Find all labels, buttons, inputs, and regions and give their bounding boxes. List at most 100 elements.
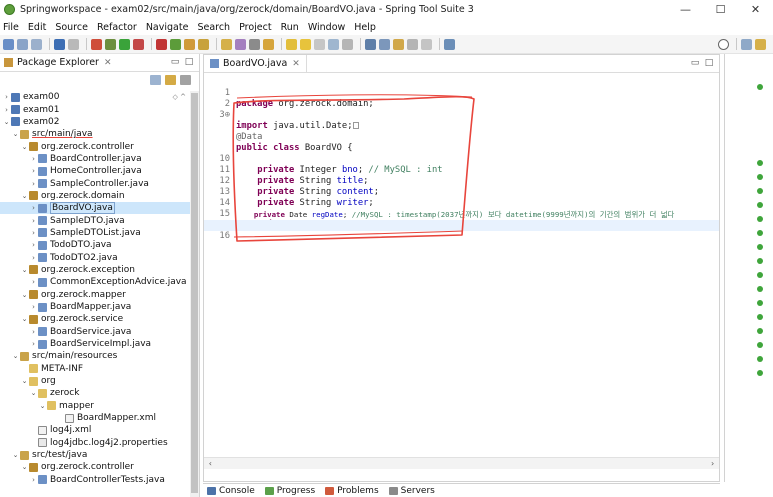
skip-icon[interactable] <box>68 38 79 50</box>
outline-field-icon[interactable] <box>757 84 763 90</box>
tree-item[interactable]: ⌄ org <box>0 375 190 387</box>
tab-progress[interactable]: Progress <box>264 486 315 496</box>
whitespace-icon[interactable] <box>314 38 325 50</box>
show-whitespace-icon[interactable] <box>342 38 353 50</box>
outline-field-icon[interactable] <box>757 160 763 166</box>
tree-item[interactable]: › BoardService.java <box>0 326 190 338</box>
expand-icon[interactable]: ⌄ <box>20 192 29 200</box>
outline-field-icon[interactable] <box>757 370 763 376</box>
new-icon[interactable] <box>3 38 14 50</box>
expand-icon[interactable]: › <box>29 476 38 484</box>
mark-occurrences-icon[interactable] <box>286 38 297 50</box>
tree-item[interactable]: ⌄ src/main/java <box>0 128 190 140</box>
menu-file[interactable]: File <box>3 22 19 33</box>
expand-icon[interactable]: › <box>29 229 38 237</box>
expand-icon[interactable]: › <box>29 278 38 286</box>
menu-refactor[interactable]: Refactor <box>97 22 137 33</box>
tab-console[interactable]: Console <box>207 486 255 496</box>
expand-icon[interactable]: › <box>29 328 38 336</box>
scroll-left-icon[interactable]: ‹ <box>208 458 213 470</box>
tree-item[interactable]: log4j.xml <box>0 424 190 436</box>
link-editor-icon[interactable] <box>165 74 176 85</box>
tab-problems[interactable]: Problems <box>325 486 379 496</box>
expand-icon[interactable]: › <box>29 167 38 175</box>
expand-icon[interactable]: ⌄ <box>11 352 20 360</box>
new-spring-icon[interactable] <box>170 38 181 50</box>
package-icon[interactable] <box>198 38 209 50</box>
expand-icon[interactable]: › <box>29 254 38 262</box>
expand-icon[interactable]: › <box>29 340 38 348</box>
close-button[interactable]: ✕ <box>738 0 773 19</box>
expand-icon[interactable]: ⌄ <box>2 118 11 126</box>
block-select-icon[interactable] <box>328 38 339 50</box>
tree-item[interactable]: › TodoDTO.java <box>0 239 190 251</box>
java-perspective-icon[interactable] <box>755 38 766 50</box>
quick-access-search-icon[interactable] <box>718 38 729 50</box>
tree-item[interactable]: ⌄ org.zerock.domain <box>0 190 190 202</box>
outline-field-icon[interactable] <box>757 230 763 236</box>
maximize-view-icon[interactable]: □ <box>183 57 195 68</box>
outline-field-icon[interactable] <box>757 188 763 194</box>
open-perspective-icon[interactable] <box>741 38 752 50</box>
tree-item[interactable]: › SampleDTO.java <box>0 214 190 226</box>
outline-field-icon[interactable] <box>757 174 763 180</box>
open-folder-icon[interactable] <box>221 38 232 50</box>
tree-item[interactable]: › TodoDTO2.java <box>0 251 190 263</box>
outline-field-icon[interactable] <box>757 314 763 320</box>
menu-source[interactable]: Source <box>55 22 88 33</box>
expand-icon[interactable]: ⌄ <box>11 130 20 138</box>
expand-icon[interactable]: › <box>29 155 38 163</box>
minimize-view-icon[interactable]: ▭ <box>169 57 181 68</box>
expand-icon[interactable]: › <box>29 180 38 188</box>
last-edit-icon[interactable] <box>393 38 404 50</box>
menu-project[interactable]: Project <box>239 22 272 33</box>
annotation-prev-icon[interactable] <box>379 38 390 50</box>
debug-icon[interactable] <box>91 38 102 50</box>
outline-field-icon[interactable] <box>757 342 763 348</box>
expand-icon[interactable]: ⌄ <box>20 266 29 274</box>
tree-item[interactable]: › BoardMapper.java <box>0 301 190 313</box>
expand-icon[interactable]: ⌄ <box>29 389 38 397</box>
tree-item[interactable]: ⌄ org.zerock.mapper <box>0 289 190 301</box>
maximize-button[interactable]: ☐ <box>703 0 738 19</box>
code-text-area[interactable]: 1 package org.zerock.domain; 2 3⊕ import… <box>204 73 719 469</box>
tree-item[interactable]: › HomeController.java <box>0 165 190 177</box>
tree-item[interactable]: ⌄ src/test/java <box>0 449 190 461</box>
server-icon[interactable] <box>184 38 195 50</box>
minimize-button[interactable]: — <box>668 0 703 19</box>
pin-editor-icon[interactable] <box>444 38 455 50</box>
expand-icon[interactable]: › <box>29 217 38 225</box>
tree-item[interactable]: › exam00 <box>0 91 190 103</box>
tree-item[interactable]: ⌄ org.zerock.controller <box>0 140 190 152</box>
menu-search[interactable]: Search <box>197 22 230 33</box>
run-icon[interactable] <box>119 38 130 50</box>
outline-field-icon[interactable] <box>757 216 763 222</box>
menu-run[interactable]: Run <box>281 22 299 33</box>
tab-servers[interactable]: Servers <box>388 486 435 496</box>
forward-icon[interactable] <box>421 38 432 50</box>
menu-help[interactable]: Help <box>354 22 376 33</box>
close-icon[interactable]: ✕ <box>292 59 300 69</box>
tree-item[interactable]: ⌄ exam02 <box>0 116 190 128</box>
expand-icon[interactable]: › <box>29 204 38 212</box>
stop-icon[interactable] <box>156 38 167 50</box>
scrollbar-thumb[interactable] <box>191 93 198 493</box>
scroll-right-icon[interactable]: › <box>710 458 715 470</box>
menu-navigate[interactable]: Navigate <box>146 22 189 33</box>
package-explorer-scrollbar[interactable] <box>190 91 199 497</box>
collapse-all-icon[interactable] <box>150 74 161 85</box>
outline-field-icon[interactable] <box>757 356 763 362</box>
tree-item[interactable]: › BoardServiceImpl.java <box>0 338 190 350</box>
tree-item[interactable]: › BoardControllerTests.java <box>0 474 190 486</box>
minimize-view-icon[interactable]: ▭ <box>689 58 701 69</box>
debug-dropdown-icon[interactable] <box>105 38 116 50</box>
tree-item[interactable]: ⌄ org.zerock.exception <box>0 264 190 276</box>
wrench-icon[interactable] <box>249 38 260 50</box>
tree-item[interactable]: › exam01 <box>0 103 190 115</box>
maximize-view-icon[interactable]: □ <box>703 58 715 69</box>
tree-item-selected[interactable]: › BoardVO.java <box>0 202 190 215</box>
outline-field-icon[interactable] <box>757 328 763 334</box>
tree-item[interactable]: log4jdbc.log4j2.properties <box>0 437 190 449</box>
expand-icon[interactable]: ⌄ <box>20 143 29 151</box>
editor-horizontal-scrollbar[interactable]: ‹ › <box>204 457 719 469</box>
